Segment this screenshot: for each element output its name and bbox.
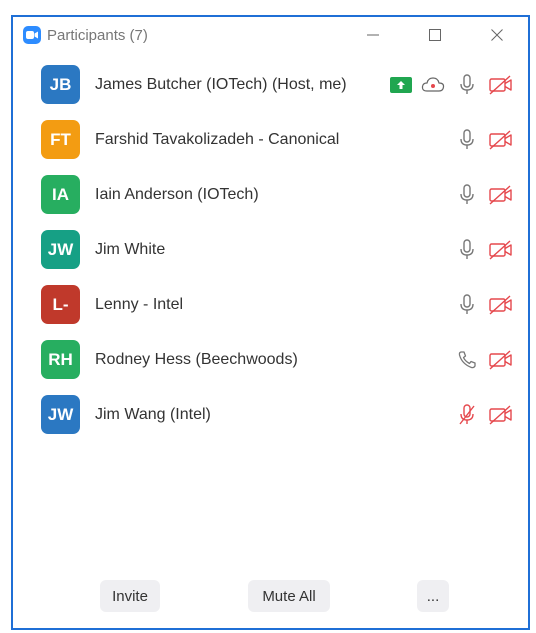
video-off-icon[interactable] [488,403,514,427]
avatar: JW [41,230,80,269]
maximize-button[interactable] [404,17,466,53]
window-title: Participants (7) [47,26,148,44]
avatar: RH [41,340,80,379]
microphone-icon[interactable] [454,183,480,207]
video-off-icon[interactable] [488,128,514,152]
participant-row[interactable]: JB James Butcher (IOTech) (Host, me) [13,57,528,112]
microphone-muted-icon[interactable] [454,403,480,427]
close-button[interactable] [466,17,528,53]
participant-row[interactable]: IA Iain Anderson (IOTech) [13,167,528,222]
participant-row[interactable]: JW Jim Wang (Intel) [13,387,528,442]
participant-row[interactable]: L- Lenny - Intel [13,277,528,332]
video-off-icon[interactable] [488,293,514,317]
screen-share-icon [390,76,412,93]
mute-all-button[interactable]: Mute All [248,580,330,612]
participant-name: James Butcher (IOTech) (Host, me) [95,75,347,93]
video-off-icon[interactable] [488,348,514,372]
title-bar[interactable]: Participants (7) [13,17,528,53]
participant-name: Rodney Hess (Beechwoods) [95,350,298,368]
avatar: L- [41,285,80,324]
participant-list: JB James Butcher (IOTech) (Host, me) FT Far… [13,57,528,442]
participant-row[interactable]: FT Farshid Tavakolizadeh - Canonical [13,112,528,167]
participant-name: Jim Wang (Intel) [95,405,211,423]
minimize-icon [367,34,379,36]
footer-bar: Invite Mute All ... [13,580,528,612]
video-off-icon[interactable] [488,238,514,262]
more-options-button[interactable]: ... [417,580,449,612]
minimize-button[interactable] [342,17,404,53]
close-icon [491,29,503,41]
video-off-icon[interactable] [488,183,514,207]
participant-row[interactable]: RH Rodney Hess (Beechwoods) [13,332,528,387]
participant-name: Jim White [95,240,166,258]
avatar: JB [41,65,80,104]
avatar: JW [41,395,80,434]
maximize-icon [429,29,441,41]
participant-name: Lenny - Intel [95,295,184,313]
avatar: IA [41,175,80,214]
microphone-icon[interactable] [454,293,480,317]
avatar: FT [41,120,80,159]
microphone-icon[interactable] [454,128,480,152]
participant-name: Farshid Tavakolizadeh - Canonical [95,130,340,148]
participants-window: Participants (7) JB James Butcher (IOTech… [11,15,530,630]
participant-row[interactable]: JW Jim White [13,222,528,277]
cloud-recording-icon [420,73,446,97]
participant-name: Iain Anderson (IOTech) [95,185,259,203]
video-off-icon[interactable] [488,73,514,97]
phone-icon[interactable] [454,348,480,372]
microphone-icon[interactable] [454,73,480,97]
invite-button[interactable]: Invite [100,580,160,612]
zoom-logo-icon [23,26,41,44]
microphone-icon[interactable] [454,238,480,262]
